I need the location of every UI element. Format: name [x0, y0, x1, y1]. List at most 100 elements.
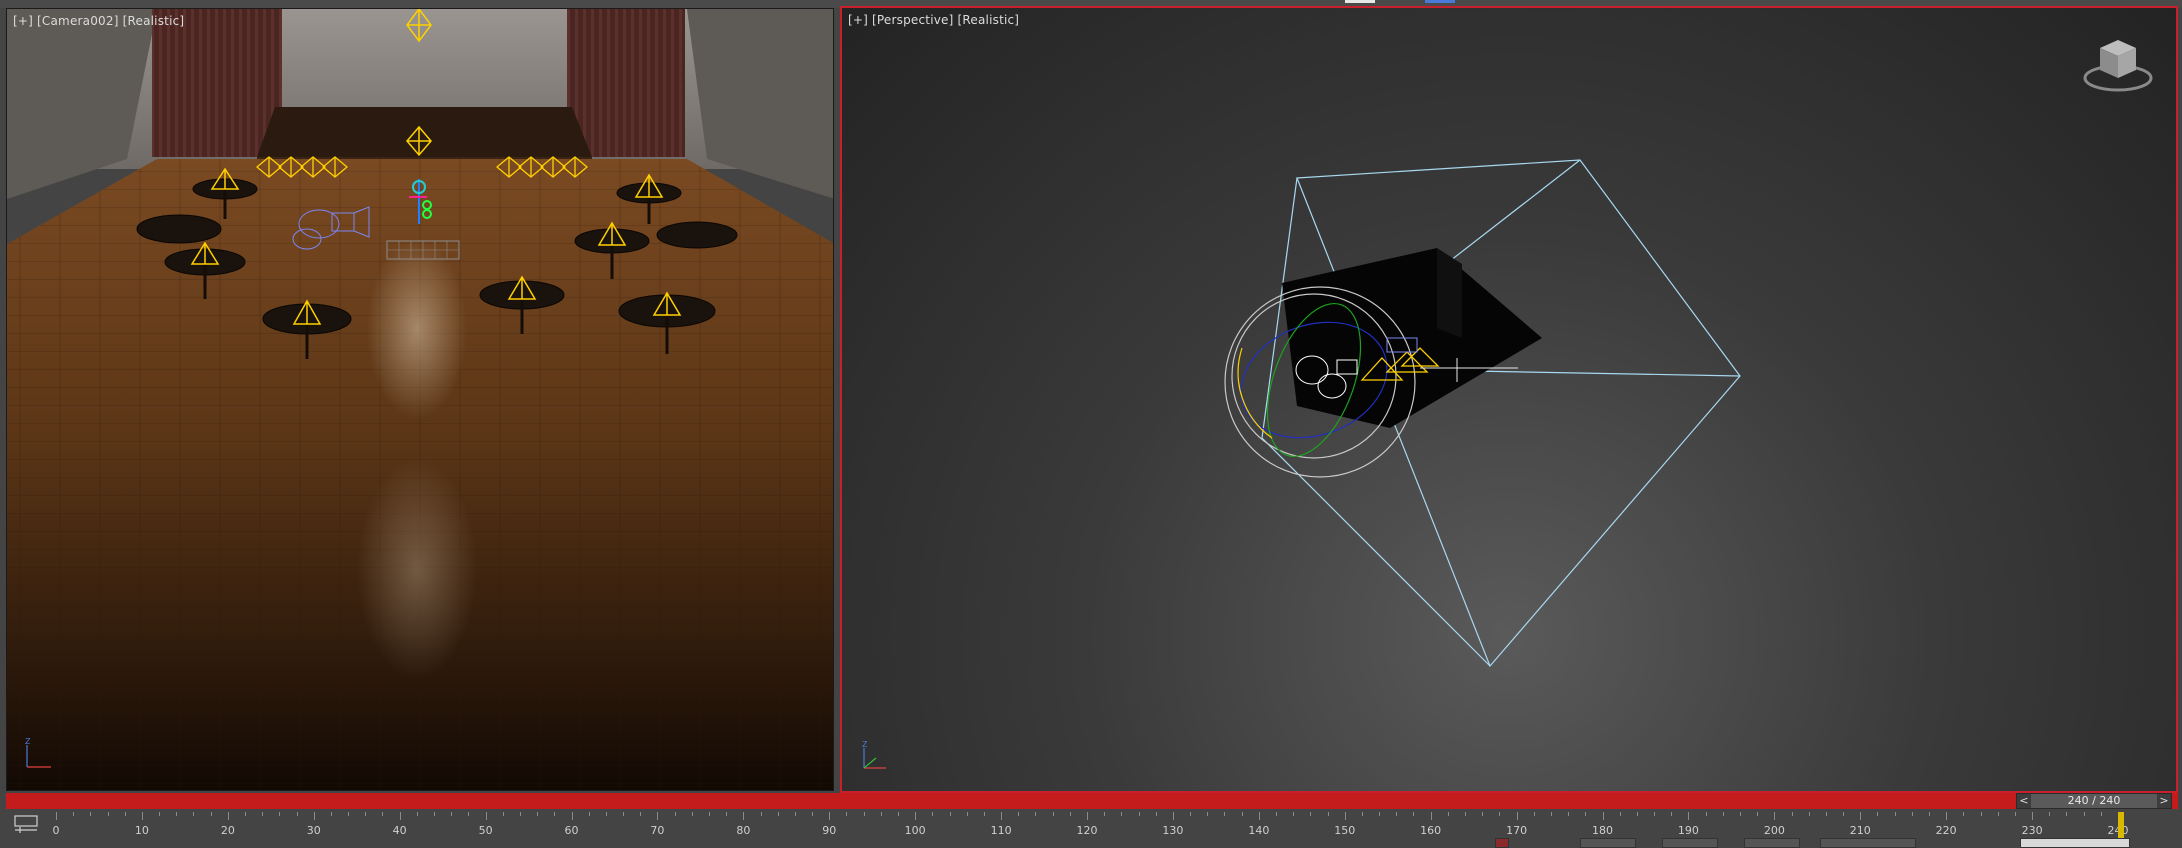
ruler-tick	[502, 812, 504, 816]
ruler-label: 80	[736, 824, 751, 837]
ruler-tick	[2032, 812, 2034, 820]
ruler-tick	[1894, 812, 1896, 816]
current-frame-marker[interactable]	[2118, 812, 2124, 838]
ruler-tick	[983, 812, 985, 816]
ruler-tick	[73, 812, 75, 816]
ruler-label: 200	[1763, 824, 1785, 837]
auto-key-field[interactable]	[2020, 838, 2130, 848]
coord-field[interactable]	[1580, 838, 1636, 848]
coord-field[interactable]	[1744, 838, 1800, 848]
ruler-tick	[1379, 812, 1381, 816]
toolbar-highlight	[1345, 0, 1375, 3]
ruler-tick	[1069, 812, 1071, 816]
ruler-tick	[1001, 812, 1003, 820]
grid-field[interactable]	[1820, 838, 1916, 848]
axis-gizmo-icon: Z	[25, 737, 51, 768]
ruler-tick	[451, 812, 453, 816]
ruler-tick	[159, 812, 161, 816]
ruler-label: 60	[564, 824, 579, 837]
ruler-tick	[1843, 812, 1845, 816]
ruler-tick	[2014, 812, 2016, 816]
ruler-tick	[2066, 812, 2068, 816]
time-slider[interactable]: < 240 / 240 >	[2016, 793, 2172, 809]
ruler-tick	[1172, 812, 1174, 820]
ruler-label: 40	[392, 824, 407, 837]
ruler-tick	[262, 812, 264, 816]
svg-text:Z: Z	[862, 740, 868, 749]
ruler-label: 110	[990, 824, 1012, 837]
ruler-tick	[382, 812, 384, 816]
ruler-tick	[1344, 812, 1346, 820]
svg-text:Z: Z	[25, 737, 31, 746]
ruler-tick	[1293, 812, 1295, 816]
ruler-tick	[365, 812, 367, 816]
ruler-tick	[1619, 812, 1621, 816]
ruler-tick	[296, 812, 298, 816]
ruler-tick	[794, 812, 796, 816]
ruler-tick	[1980, 812, 1982, 816]
ruler-tick	[1155, 812, 1157, 816]
ruler-tick	[915, 812, 917, 820]
viewport-label: [+] [Camera002] [Realistic]	[13, 14, 184, 28]
ruler-tick	[1911, 812, 1913, 816]
viewport-view-menu[interactable]: [Perspective]	[872, 13, 953, 27]
viewport-label: [+] [Perspective] [Realistic]	[848, 13, 1019, 27]
ruler-tick	[313, 812, 315, 820]
track-view-icon[interactable]	[12, 814, 40, 836]
ruler-tick	[1241, 812, 1243, 816]
ruler-label: 180	[1592, 824, 1613, 837]
ruler-tick	[1602, 812, 1604, 820]
ruler-tick	[1654, 812, 1656, 816]
ruler-label: 120	[1076, 824, 1098, 837]
viewport-camera-menu[interactable]: [Camera002]	[37, 14, 119, 28]
ruler-tick	[1482, 812, 1484, 816]
status-bar-controls	[0, 838, 2182, 848]
ruler-tick	[1499, 812, 1501, 816]
ruler-tick	[1190, 812, 1192, 816]
toolbar-highlight-blue	[1425, 0, 1455, 3]
ruler-tick	[623, 812, 625, 816]
ruler-tick	[90, 812, 92, 816]
ruler-tick	[1636, 812, 1638, 816]
ruler-tick	[1997, 812, 1999, 816]
ruler-tick	[880, 812, 882, 816]
ruler-tick	[640, 812, 642, 816]
ruler-tick	[966, 812, 968, 816]
coord-field[interactable]	[1662, 838, 1718, 848]
ruler-tick	[330, 812, 332, 816]
viewport-shading-menu[interactable]: [Realistic]	[123, 14, 185, 28]
ruler-tick	[193, 812, 195, 816]
ruler-tick	[210, 812, 212, 816]
ruler-tick	[124, 812, 126, 816]
ruler-tick	[605, 812, 607, 816]
ruler-tick	[674, 812, 676, 816]
ruler-tick	[227, 812, 229, 820]
ruler-tick	[434, 812, 436, 816]
ruler-tick	[468, 812, 470, 816]
viewcube-icon[interactable]	[2082, 34, 2154, 96]
viewport-shading-menu[interactable]: [Realistic]	[958, 13, 1020, 27]
time-slider-track[interactable]	[6, 793, 2178, 809]
ruler-tick	[1104, 812, 1106, 816]
ruler-tick	[1688, 812, 1690, 820]
ruler-tick	[846, 812, 848, 816]
viewport-plus-menu[interactable]: [+]	[848, 13, 868, 27]
ruler-tick	[1447, 812, 1449, 816]
timeline-ruler[interactable]: 0 10 20 30 40 50 60 70 80 90 100 110 120 130 140 150 160…	[53, 812, 2176, 837]
ruler-tick	[176, 812, 178, 816]
ruler-tick	[1207, 812, 1209, 816]
ruler-tick	[657, 812, 659, 820]
camera-scene	[7, 9, 833, 790]
camera-viewport[interactable]: [+] [Camera002] [Realistic] Z	[6, 8, 834, 791]
next-frame-button[interactable]: >	[2157, 794, 2171, 808]
ruler-tick	[897, 812, 899, 816]
viewport-plus-menu[interactable]: [+]	[13, 14, 33, 28]
ruler-tick	[1808, 812, 1810, 816]
key-indicator[interactable]	[1495, 838, 1509, 848]
ruler-tick	[399, 812, 401, 820]
perspective-viewport[interactable]: [+] [Perspective] [Realistic] Z	[840, 6, 2178, 793]
ruler-tick	[1087, 812, 1088, 820]
ruler-tick	[1224, 812, 1226, 816]
ruler-tick	[1533, 812, 1535, 816]
ruler-tick	[1722, 812, 1724, 816]
